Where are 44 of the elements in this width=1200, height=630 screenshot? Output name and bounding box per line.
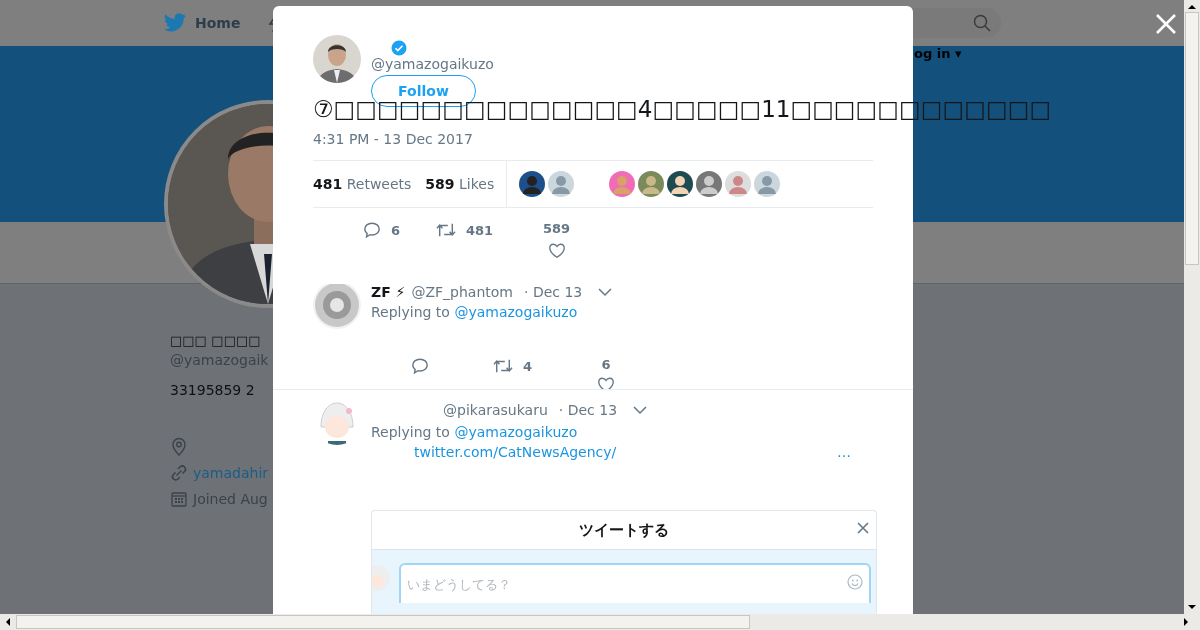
avatar[interactable] bbox=[313, 35, 361, 83]
calendar-icon bbox=[170, 490, 188, 508]
home-link[interactable]: Home bbox=[163, 13, 241, 33]
reply-icon[interactable] bbox=[363, 221, 381, 239]
chevron-down-icon[interactable] bbox=[598, 287, 613, 297]
mention-link[interactable]: @yamazogaikuzo bbox=[454, 424, 578, 440]
action-count: 6 bbox=[601, 357, 611, 372]
login-link[interactable]: og in ▾ bbox=[914, 46, 964, 61]
user-handle[interactable]: @ZF_phantom bbox=[411, 284, 513, 300]
dialog-title: ツイートする bbox=[579, 520, 669, 540]
avatar[interactable] bbox=[667, 171, 694, 197]
heart-icon[interactable] bbox=[597, 376, 615, 389]
vertical-scrollbar[interactable] bbox=[1184, 0, 1200, 614]
location-icon bbox=[170, 436, 188, 456]
user-handle[interactable]: @pikarasukaru bbox=[443, 402, 548, 418]
profile-name: □□□ □□□□ bbox=[170, 332, 261, 350]
heart-icon[interactable] bbox=[547, 242, 566, 259]
like-count[interactable]: 589 Likes bbox=[425, 176, 495, 192]
tweet-date[interactable]: · Dec 13 bbox=[524, 284, 583, 300]
action-count: 6 bbox=[391, 222, 401, 238]
replying-to-text: Replying to @yamazogaikuzo bbox=[371, 424, 578, 440]
mention-link[interactable]: @yamazogaikuzo bbox=[454, 304, 578, 320]
replying-to-text: Replying to @yamazogaikuzo bbox=[371, 304, 578, 320]
tweet-input-field[interactable]: いまどうしてる？ bbox=[399, 563, 871, 603]
link-icon bbox=[170, 464, 188, 482]
avatar[interactable] bbox=[519, 171, 546, 197]
action-count: 4 bbox=[523, 358, 533, 374]
tweet-timestamp: 4:31 PM - 13 Dec 2017 bbox=[313, 131, 474, 147]
user-handle[interactable]: @yamazogaikuzo bbox=[371, 56, 494, 72]
retweet-icon[interactable] bbox=[436, 221, 456, 239]
url-link[interactable]: twitter.com/CatNewsAgency/ bbox=[414, 444, 617, 460]
search-icon[interactable] bbox=[973, 14, 991, 32]
chevron-down-icon[interactable] bbox=[633, 405, 648, 415]
horizontal-scrollbar[interactable] bbox=[0, 614, 1200, 630]
reply-icon[interactable] bbox=[411, 357, 429, 375]
retweet-count[interactable]: 481 Retweets bbox=[313, 176, 412, 192]
action-count: 481 bbox=[466, 222, 494, 238]
bird-icon bbox=[163, 13, 187, 33]
ellipsis-link[interactable]: … bbox=[837, 444, 851, 460]
tweet-date[interactable]: · Dec 13 bbox=[558, 402, 618, 418]
retweet-icon[interactable] bbox=[493, 357, 513, 375]
user-name[interactable]: ZF ⚡ bbox=[371, 284, 406, 300]
profile-bio: 33195859 2 bbox=[170, 382, 255, 398]
action-count: 589 bbox=[543, 221, 571, 236]
